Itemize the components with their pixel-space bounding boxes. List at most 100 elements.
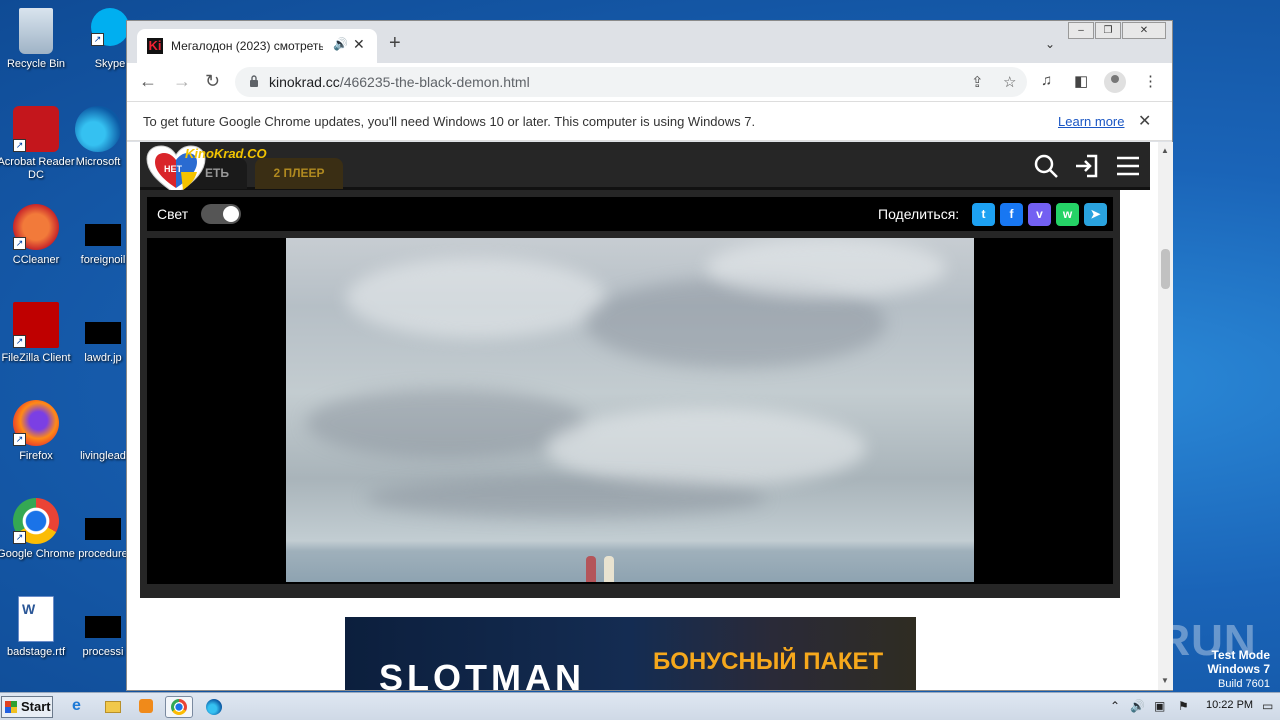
show-hidden-icons-icon[interactable]: ⌃ xyxy=(1110,699,1120,713)
address-bar[interactable]: kinokrad.cc/466235-the-black-demon.html … xyxy=(235,67,1027,97)
watermark-line-1: Test Mode xyxy=(1211,648,1270,662)
minimize-button[interactable]: – xyxy=(1068,22,1094,39)
ie-taskbar-icon[interactable]: e xyxy=(66,696,94,718)
watermark-line-3: Build 7601 xyxy=(1218,678,1270,690)
twitter-share-icon[interactable]: t xyxy=(972,203,995,226)
share-icon[interactable]: ⇪ xyxy=(971,73,984,91)
banner-offer: БОНУСНЫЙ ПАКЕТ xyxy=(653,648,884,675)
player-tab-2[interactable]: 2 ПЛЕЕР xyxy=(255,158,343,189)
clock[interactable]: 10:22 PM xyxy=(1206,699,1253,711)
reload-icon[interactable]: ↻ xyxy=(205,71,220,91)
video-frame[interactable] xyxy=(286,238,974,582)
page-scrollbar[interactable]: ▲ ▼ xyxy=(1158,142,1173,690)
infobar-message: To get future Google Chrome updates, you… xyxy=(143,114,756,129)
shortcut-arrow-icon: ↗ xyxy=(13,335,26,348)
url-domain: kinokrad.cc xyxy=(269,74,340,90)
profile-avatar-icon[interactable] xyxy=(1104,71,1126,93)
desktop-icon-label: lawdr.jp xyxy=(84,352,122,364)
video-player[interactable] xyxy=(147,238,1113,584)
media-player-taskbar-icon[interactable] xyxy=(132,696,160,718)
window-controls: – ❐ ✕ xyxy=(1067,22,1166,39)
ccleaner-icon: ↗ xyxy=(13,204,59,250)
telegram-share-icon[interactable]: ➤ xyxy=(1084,203,1107,226)
desktop-icon-label: FileZilla Client xyxy=(1,352,71,364)
edge-taskbar-icon[interactable] xyxy=(200,696,228,718)
shortcut-arrow-icon: ↗ xyxy=(13,139,26,152)
desktop-icon-recycle-bin[interactable]: Recycle Bin xyxy=(0,8,75,71)
desktop-icon-label: processi xyxy=(82,646,124,658)
word-icon: W xyxy=(18,596,54,642)
site-logo-text[interactable]: KinoKrad.CO xyxy=(185,146,267,161)
start-label: Start xyxy=(21,699,51,714)
whatsapp-share-icon[interactable]: w xyxy=(1056,203,1079,226)
menu-kebab-icon[interactable]: ⋮ xyxy=(1143,72,1158,90)
filezilla-icon: ↗ xyxy=(13,302,59,348)
media-control-icon[interactable]: ♫ xyxy=(1041,72,1052,89)
figure xyxy=(586,556,596,582)
desktop-icon-label: CCleaner xyxy=(12,254,60,266)
forward-arrow-icon[interactable]: → xyxy=(173,71,191,91)
facebook-share-icon[interactable]: f xyxy=(1000,203,1023,226)
speaker-icon[interactable]: 🔊 xyxy=(333,37,348,51)
volume-icon[interactable]: 🔊 xyxy=(1130,699,1145,713)
update-infobar: To get future Google Chrome updates, you… xyxy=(127,101,1172,141)
viber-share-icon[interactable]: v xyxy=(1028,203,1051,226)
tab-strip: Ki Мегалодон (2023) смотреть о 🔊 ✕ + ⌄ –… xyxy=(127,21,1172,63)
explorer-taskbar-icon[interactable] xyxy=(99,696,127,718)
maximize-button[interactable]: ❐ xyxy=(1095,22,1121,39)
acrobat-icon: ↗ xyxy=(13,106,59,152)
login-icon[interactable] xyxy=(1073,152,1101,180)
hamburger-menu-icon[interactable] xyxy=(1114,152,1142,180)
scroll-down-icon[interactable]: ▼ xyxy=(1161,676,1169,685)
action-center-flag-icon[interactable]: ⚑ xyxy=(1178,699,1189,713)
scrollbar-thumb[interactable] xyxy=(1161,249,1170,289)
desktop-icon-label: Firefox xyxy=(19,450,53,462)
watermark-line-2: Windows 7 xyxy=(1207,662,1270,676)
back-arrow-icon[interactable]: ← xyxy=(139,71,157,91)
page-viewport: ЕТЬ 2 ПЛЕЕР НЕТ KinoKrad.CO Свет Поделит… xyxy=(127,142,1158,690)
close-tab-icon[interactable]: ✕ xyxy=(353,36,365,53)
browser-toolbar: ← → ↻ kinokrad.cc/466235-the-black-demon… xyxy=(127,63,1172,101)
logo-badge: НЕТ xyxy=(164,164,183,174)
bookmark-star-icon[interactable]: ☆ xyxy=(1003,73,1016,91)
shortcut-arrow-icon: ↗ xyxy=(13,237,26,250)
window-close-button[interactable]: ✕ xyxy=(1122,22,1166,39)
desktop-icon-label: badstage.rtf xyxy=(6,646,66,658)
file-icon xyxy=(85,420,121,442)
firefox-icon: ↗ xyxy=(13,400,59,446)
banner-brand: SLOTMAN xyxy=(379,657,585,690)
browser-tab[interactable]: Ki Мегалодон (2023) смотреть о 🔊 ✕ xyxy=(137,29,377,63)
desktop-icon-label: foreignoil xyxy=(80,254,126,266)
file-icon xyxy=(85,616,121,638)
show-desktop-icon[interactable]: ▭ xyxy=(1262,699,1273,713)
kinokrad-favicon: Ki xyxy=(147,38,163,54)
search-icon[interactable] xyxy=(1032,152,1060,180)
lock-icon xyxy=(250,75,258,87)
desktop-icon-label: Recycle Bin xyxy=(6,58,66,70)
url-path: /466235-the-black-demon.html xyxy=(339,74,530,90)
share-label: Поделиться: xyxy=(878,206,960,222)
windows-flag-icon xyxy=(5,701,17,713)
chrome-icon: ↗ xyxy=(13,498,59,544)
file-icon xyxy=(85,224,121,246)
shortcut-arrow-icon: ↗ xyxy=(13,531,26,544)
desktop-icon-label: livinglead xyxy=(80,450,126,462)
tab-search-chevron-icon[interactable]: ⌄ xyxy=(1045,37,1055,51)
side-panel-icon[interactable]: ◧ xyxy=(1074,72,1088,90)
file-icon xyxy=(85,322,121,344)
start-button[interactable]: Start xyxy=(1,696,53,718)
learn-more-link[interactable]: Learn more xyxy=(1058,114,1124,129)
taskbar: Start e ⌃ 🔊 ▣ ⚑ 10:22 PM ▭ xyxy=(0,692,1280,720)
desktop-icon-label: procedure xyxy=(78,548,128,560)
light-toggle[interactable] xyxy=(201,204,241,224)
chrome-taskbar-icon[interactable] xyxy=(165,696,193,718)
desktop-icon-label: Microsoft xyxy=(75,156,121,168)
scroll-up-icon[interactable]: ▲ xyxy=(1161,146,1169,155)
cloud xyxy=(706,238,946,298)
slotman-ad-banner[interactable]: SLOTMAN БОНУСНЫЙ ПАКЕТ xyxy=(345,617,916,690)
infobar-close-icon[interactable]: ✕ xyxy=(1138,111,1151,131)
network-icon[interactable]: ▣ xyxy=(1154,699,1165,713)
cloud xyxy=(346,258,606,338)
tab-title: Мегалодон (2023) смотреть о xyxy=(171,39,323,53)
new-tab-button[interactable]: + xyxy=(389,33,401,53)
